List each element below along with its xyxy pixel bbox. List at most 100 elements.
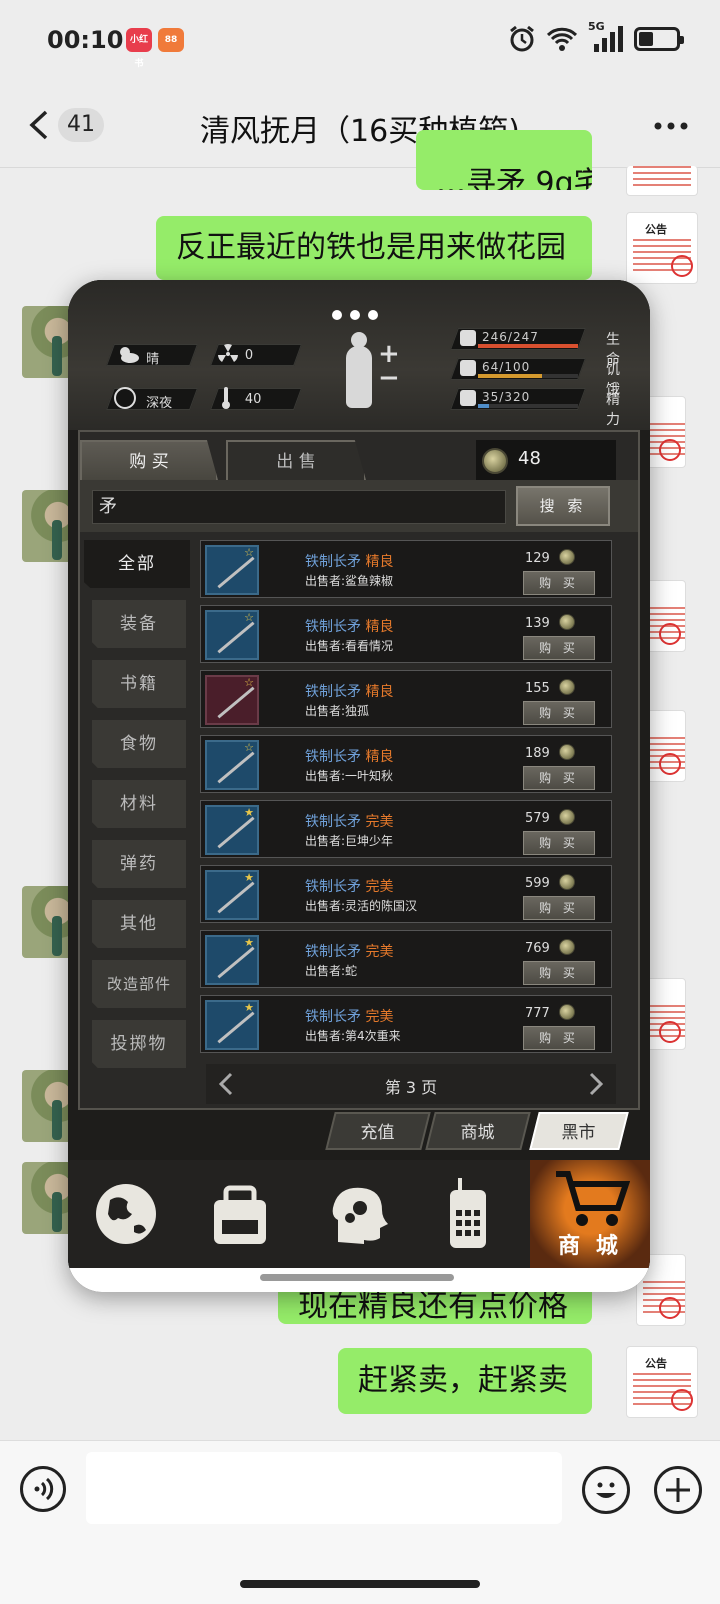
- health-bar: [478, 344, 578, 348]
- window-drag-handle[interactable]: [260, 1274, 454, 1281]
- item-quality: 精良: [365, 684, 394, 700]
- spear-thumbnail: ★: [205, 870, 259, 920]
- message-text: 现在精良还有点价格: [298, 1289, 568, 1324]
- clock: 00:10: [47, 26, 124, 54]
- category-equipment[interactable]: 装备: [92, 600, 186, 648]
- category-materials[interactable]: 材料: [92, 780, 186, 828]
- star-icon: ★: [244, 1001, 254, 1014]
- globe-icon[interactable]: [86, 1170, 166, 1258]
- item-name: 铁制长矛: [305, 814, 361, 830]
- category-list: 全部 装备 书籍 食物 材料 弹药 其他 改造部件 投掷物: [84, 540, 190, 1100]
- category-food[interactable]: 食物: [92, 720, 186, 768]
- item-price: 777: [525, 1006, 550, 1021]
- more-actions-button[interactable]: [654, 1466, 702, 1514]
- chat-header: 41 清风抚月（16买种植箱): [0, 84, 720, 168]
- item-quality: 完美: [365, 879, 394, 895]
- buy-button[interactable]: 购 买: [523, 896, 595, 920]
- message-bubble[interactable]: …寻矛 9g宅: [416, 130, 592, 190]
- hunger-value: 64/100: [482, 360, 531, 374]
- message-bubble[interactable]: 反正最近的铁也是用来做花园: [156, 216, 592, 280]
- category-other[interactable]: 其他: [92, 900, 186, 948]
- list-item[interactable]: ★ 铁制长矛 完美 出售者:灵活的陈国汉 599 购 买: [200, 865, 612, 923]
- search-button[interactable]: 搜 索: [516, 486, 610, 526]
- message-text: …寻矛 9g宅: [436, 166, 592, 190]
- status-hud: 晴 0 深夜 40 + − 246/247 生命 64/100 饥饿 35/32…: [68, 280, 650, 430]
- category-all[interactable]: 全部: [84, 540, 190, 588]
- nav-shop-button[interactable]: 商 城: [530, 1160, 650, 1268]
- battery-icon: [634, 27, 684, 51]
- body-status-icon[interactable]: [346, 332, 372, 408]
- star-icon: ★: [244, 871, 254, 884]
- tab-buy[interactable]: 购 买: [80, 440, 218, 480]
- self-avatar[interactable]: 公告: [626, 1346, 698, 1418]
- shop-panel: 购 买 出 售 48 矛 搜 索 全部 装备 书籍 食物 材料 弹药 其他 改造…: [78, 430, 640, 1110]
- voice-input-button[interactable]: [20, 1466, 66, 1512]
- radio-device-icon[interactable]: [428, 1170, 508, 1258]
- skills-head-icon[interactable]: [318, 1170, 398, 1258]
- item-quality: 完美: [365, 1009, 394, 1025]
- avatar-label: 公告: [645, 223, 667, 236]
- coin-icon: [559, 874, 575, 890]
- window-menu-icon[interactable]: [332, 310, 378, 320]
- item-name: 铁制长矛: [305, 554, 361, 570]
- app-notification-icon: 88: [158, 28, 184, 52]
- floating-game-window[interactable]: 晴 0 深夜 40 + − 246/247 生命 64/100 饥饿 35/32…: [68, 280, 650, 1292]
- alarm-icon: [510, 25, 534, 52]
- list-item[interactable]: ☆ 铁制长矛 精良 出售者:鲨鱼辣椒 129 购 买: [200, 540, 612, 598]
- home-indicator[interactable]: [240, 1580, 480, 1588]
- item-seller: 出售者:灵活的陈国汉: [305, 899, 418, 913]
- tab-mall[interactable]: 商城: [425, 1112, 531, 1150]
- coin-balance: 48: [476, 440, 616, 480]
- list-item[interactable]: ☆ 铁制长矛 精良 出售者:看看情况 139 购 买: [200, 605, 612, 663]
- thermometer-icon: [222, 387, 230, 409]
- buy-button[interactable]: 购 买: [523, 961, 595, 985]
- list-item[interactable]: ★ 铁制长矛 完美 出售者:蛇 769 购 买: [200, 930, 612, 988]
- radiation-value: 0: [244, 348, 254, 363]
- search-input[interactable]: 矛: [92, 490, 506, 524]
- tab-recharge[interactable]: 充值: [325, 1112, 431, 1150]
- tab-black-market[interactable]: 黑市: [529, 1112, 629, 1150]
- list-item[interactable]: ☆ 铁制长矛 精良 出售者:独孤 155 购 买: [200, 670, 612, 728]
- star-icon: ☆: [244, 741, 254, 754]
- coin-icon: [482, 448, 508, 474]
- emoji-button[interactable]: [582, 1466, 630, 1514]
- message-bubble[interactable]: 赶紧卖，赶紧卖: [338, 1348, 592, 1414]
- buy-button[interactable]: 购 买: [523, 636, 595, 660]
- shopping-cart-icon: [556, 1171, 630, 1226]
- chat-title: 清风抚月（16买种植箱): [200, 114, 520, 149]
- avatar-label: 公告: [645, 1357, 667, 1370]
- item-quality: 精良: [365, 619, 394, 635]
- item-name: 铁制长矛: [305, 749, 361, 765]
- spear-thumbnail: ★: [205, 1000, 259, 1050]
- buy-button[interactable]: 购 买: [523, 1026, 595, 1050]
- category-throwables[interactable]: 投掷物: [92, 1020, 186, 1068]
- buy-button[interactable]: 购 买: [523, 571, 595, 595]
- message-input[interactable]: [86, 1452, 562, 1524]
- list-item[interactable]: ★ 铁制长矛 完美 出售者:巨坤少年 579 购 买: [200, 800, 612, 858]
- category-books[interactable]: 书籍: [92, 660, 186, 708]
- self-avatar[interactable]: [626, 166, 698, 196]
- star-icon: ★: [244, 806, 254, 819]
- buy-button[interactable]: 购 买: [523, 766, 595, 790]
- coin-amount: 48: [518, 448, 541, 469]
- item-seller: 出售者:巨坤少年: [305, 834, 394, 848]
- heart-icon: [460, 330, 476, 346]
- item-name: 铁制长矛: [305, 879, 361, 895]
- list-item[interactable]: ☆ 铁制长矛 精良 出售者:一叶知秋 189 购 买: [200, 735, 612, 793]
- self-avatar[interactable]: 公告: [626, 212, 698, 284]
- item-price: 139: [525, 616, 550, 631]
- spear-thumbnail: ☆: [205, 610, 259, 660]
- category-mod-parts[interactable]: 改造部件: [92, 960, 186, 1008]
- tab-sell[interactable]: 出 售: [226, 440, 366, 480]
- list-item[interactable]: ★ 铁制长矛 完美 出售者:第4次重来 777 购 买: [200, 995, 612, 1053]
- clock-icon: [114, 387, 136, 409]
- buy-button[interactable]: 购 买: [523, 701, 595, 725]
- category-ammo[interactable]: 弹药: [92, 840, 186, 888]
- item-price: 129: [525, 551, 550, 566]
- energy-label: 精力: [606, 392, 620, 428]
- more-options-icon[interactable]: [654, 122, 688, 130]
- buy-button[interactable]: 购 买: [523, 831, 595, 855]
- next-page-icon[interactable]: [588, 1072, 604, 1096]
- weather-label: 晴: [146, 352, 160, 367]
- backpack-icon[interactable]: [200, 1170, 280, 1258]
